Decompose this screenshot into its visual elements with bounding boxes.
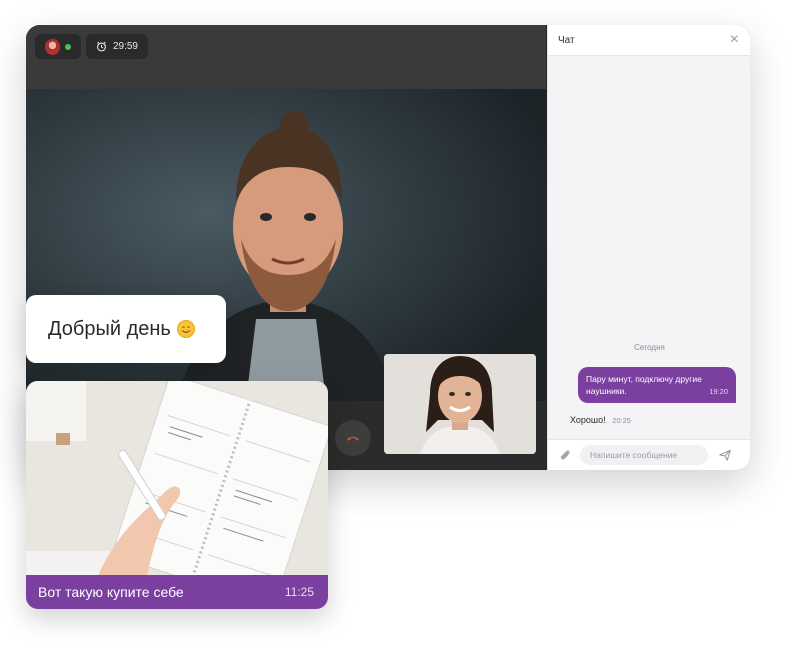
chat-header: Чат ×	[548, 25, 750, 56]
photo-caption-bar: Вот такую купите себе 11:25	[26, 575, 328, 609]
message-text: Пару минут, подключу другие наушники.	[586, 374, 702, 396]
paperclip-icon[interactable]	[558, 448, 572, 462]
send-icon[interactable]	[718, 448, 732, 462]
participant-status-pill[interactable]	[35, 34, 81, 59]
chat-panel: Чат × Сегодня Пару минут, подключу други…	[547, 25, 750, 470]
alarm-clock-icon	[97, 41, 106, 52]
greeting-text: Добрый день	[48, 317, 171, 340]
photo-message-card[interactable]: Вот такую купите себе 11:25	[26, 381, 328, 609]
photo-caption-text: Вот такую купите себе	[38, 584, 184, 600]
outgoing-message: Пару минут, подключу другие наушники. 19…	[578, 367, 736, 403]
date-separator: Сегодня	[634, 343, 665, 352]
call-timer: 29:59	[86, 34, 148, 59]
self-video-preview[interactable]	[384, 354, 536, 454]
self-participant-image	[384, 354, 536, 454]
greeting-message-card: Добрый день	[26, 295, 226, 363]
message-time: 19:20	[709, 387, 728, 396]
chat-title: Чат	[558, 34, 575, 46]
photo-message-time: 11:25	[284, 585, 314, 599]
message-text: Хорошо!	[570, 415, 606, 425]
incoming-message: Хорошо! 20:25	[570, 415, 631, 425]
chat-input-row	[548, 439, 750, 470]
smiling-face-icon	[176, 320, 195, 338]
avatar	[45, 38, 61, 55]
phone-hangup-icon	[347, 436, 359, 441]
online-indicator	[65, 43, 71, 50]
close-icon[interactable]: ×	[730, 32, 739, 48]
message-input[interactable]	[580, 445, 708, 465]
message-time: 20:25	[612, 416, 631, 425]
call-timer-value: 29:59	[112, 41, 138, 52]
end-call-button[interactable]	[335, 420, 371, 456]
